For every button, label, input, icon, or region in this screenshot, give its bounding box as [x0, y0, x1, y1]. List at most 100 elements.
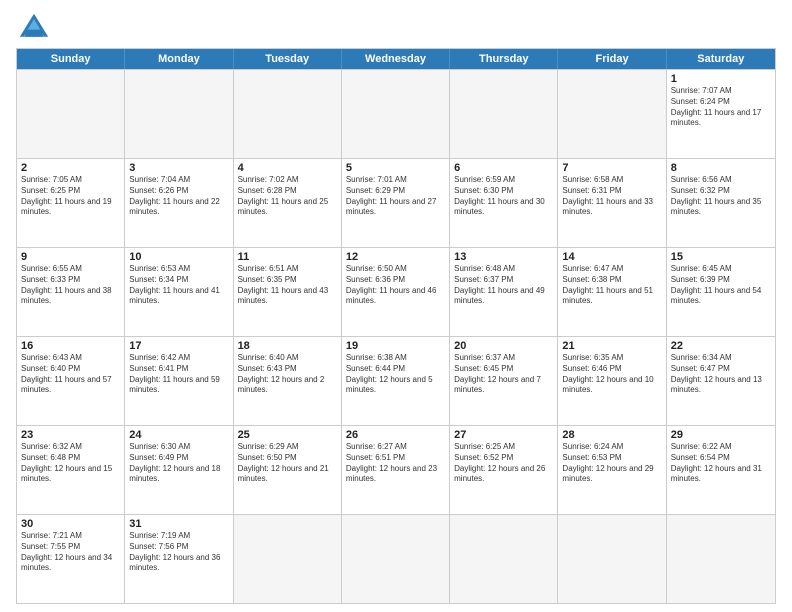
day-number: 29	[671, 429, 771, 441]
calendar-cell: 14Sunrise: 6:47 AM Sunset: 6:38 PM Dayli…	[558, 248, 666, 336]
day-info: Sunrise: 6:58 AM Sunset: 6:31 PM Dayligh…	[562, 175, 661, 218]
calendar-cell	[558, 515, 666, 603]
day-number: 24	[129, 429, 228, 441]
calendar: SundayMondayTuesdayWednesdayThursdayFrid…	[16, 48, 776, 604]
day-info: Sunrise: 6:35 AM Sunset: 6:46 PM Dayligh…	[562, 353, 661, 396]
calendar-body: 1Sunrise: 7:07 AM Sunset: 6:24 PM Daylig…	[17, 69, 775, 603]
calendar-row-1: 2Sunrise: 7:05 AM Sunset: 6:25 PM Daylig…	[17, 158, 775, 247]
day-number: 10	[129, 251, 228, 263]
day-info: Sunrise: 7:07 AM Sunset: 6:24 PM Dayligh…	[671, 86, 771, 129]
calendar-cell: 13Sunrise: 6:48 AM Sunset: 6:37 PM Dayli…	[450, 248, 558, 336]
header-day-friday: Friday	[558, 49, 666, 69]
day-info: Sunrise: 6:55 AM Sunset: 6:33 PM Dayligh…	[21, 264, 120, 307]
day-number: 11	[238, 251, 337, 263]
day-number: 19	[346, 340, 445, 352]
day-number: 1	[671, 73, 771, 85]
calendar-cell: 17Sunrise: 6:42 AM Sunset: 6:41 PM Dayli…	[125, 337, 233, 425]
calendar-cell: 2Sunrise: 7:05 AM Sunset: 6:25 PM Daylig…	[17, 159, 125, 247]
day-number: 31	[129, 518, 228, 530]
header-day-wednesday: Wednesday	[342, 49, 450, 69]
day-info: Sunrise: 6:34 AM Sunset: 6:47 PM Dayligh…	[671, 353, 771, 396]
day-info: Sunrise: 6:51 AM Sunset: 6:35 PM Dayligh…	[238, 264, 337, 307]
day-info: Sunrise: 6:22 AM Sunset: 6:54 PM Dayligh…	[671, 442, 771, 485]
day-number: 8	[671, 162, 771, 174]
calendar-row-0: 1Sunrise: 7:07 AM Sunset: 6:24 PM Daylig…	[17, 69, 775, 158]
calendar-row-5: 30Sunrise: 7:21 AM Sunset: 7:55 PM Dayli…	[17, 514, 775, 603]
calendar-cell: 21Sunrise: 6:35 AM Sunset: 6:46 PM Dayli…	[558, 337, 666, 425]
day-number: 7	[562, 162, 661, 174]
calendar-cell: 23Sunrise: 6:32 AM Sunset: 6:48 PM Dayli…	[17, 426, 125, 514]
calendar-cell	[667, 515, 775, 603]
day-number: 3	[129, 162, 228, 174]
calendar-cell: 27Sunrise: 6:25 AM Sunset: 6:52 PM Dayli…	[450, 426, 558, 514]
calendar-cell	[234, 515, 342, 603]
day-info: Sunrise: 6:53 AM Sunset: 6:34 PM Dayligh…	[129, 264, 228, 307]
calendar-cell	[450, 515, 558, 603]
day-number: 17	[129, 340, 228, 352]
day-info: Sunrise: 6:45 AM Sunset: 6:39 PM Dayligh…	[671, 264, 771, 307]
header-day-tuesday: Tuesday	[234, 49, 342, 69]
day-number: 15	[671, 251, 771, 263]
day-info: Sunrise: 6:42 AM Sunset: 6:41 PM Dayligh…	[129, 353, 228, 396]
day-number: 5	[346, 162, 445, 174]
calendar-cell: 1Sunrise: 7:07 AM Sunset: 6:24 PM Daylig…	[667, 70, 775, 158]
day-number: 13	[454, 251, 553, 263]
calendar-cell: 20Sunrise: 6:37 AM Sunset: 6:45 PM Dayli…	[450, 337, 558, 425]
day-number: 14	[562, 251, 661, 263]
calendar-cell	[558, 70, 666, 158]
day-info: Sunrise: 7:01 AM Sunset: 6:29 PM Dayligh…	[346, 175, 445, 218]
calendar-cell: 7Sunrise: 6:58 AM Sunset: 6:31 PM Daylig…	[558, 159, 666, 247]
day-number: 16	[21, 340, 120, 352]
calendar-cell: 19Sunrise: 6:38 AM Sunset: 6:44 PM Dayli…	[342, 337, 450, 425]
calendar-row-3: 16Sunrise: 6:43 AM Sunset: 6:40 PM Dayli…	[17, 336, 775, 425]
day-number: 27	[454, 429, 553, 441]
day-info: Sunrise: 6:43 AM Sunset: 6:40 PM Dayligh…	[21, 353, 120, 396]
day-info: Sunrise: 6:48 AM Sunset: 6:37 PM Dayligh…	[454, 264, 553, 307]
calendar-cell: 28Sunrise: 6:24 AM Sunset: 6:53 PM Dayli…	[558, 426, 666, 514]
day-info: Sunrise: 6:27 AM Sunset: 6:51 PM Dayligh…	[346, 442, 445, 485]
day-number: 6	[454, 162, 553, 174]
calendar-cell	[342, 515, 450, 603]
day-number: 20	[454, 340, 553, 352]
day-info: Sunrise: 6:56 AM Sunset: 6:32 PM Dayligh…	[671, 175, 771, 218]
day-info: Sunrise: 7:21 AM Sunset: 7:55 PM Dayligh…	[21, 531, 120, 574]
calendar-row-2: 9Sunrise: 6:55 AM Sunset: 6:33 PM Daylig…	[17, 247, 775, 336]
day-info: Sunrise: 6:32 AM Sunset: 6:48 PM Dayligh…	[21, 442, 120, 485]
calendar-cell	[342, 70, 450, 158]
day-number: 26	[346, 429, 445, 441]
day-info: Sunrise: 6:25 AM Sunset: 6:52 PM Dayligh…	[454, 442, 553, 485]
header	[16, 12, 776, 42]
calendar-cell	[125, 70, 233, 158]
calendar-cell	[450, 70, 558, 158]
day-number: 12	[346, 251, 445, 263]
calendar-cell: 4Sunrise: 7:02 AM Sunset: 6:28 PM Daylig…	[234, 159, 342, 247]
calendar-cell: 22Sunrise: 6:34 AM Sunset: 6:47 PM Dayli…	[667, 337, 775, 425]
day-info: Sunrise: 6:37 AM Sunset: 6:45 PM Dayligh…	[454, 353, 553, 396]
day-info: Sunrise: 6:47 AM Sunset: 6:38 PM Dayligh…	[562, 264, 661, 307]
calendar-cell: 16Sunrise: 6:43 AM Sunset: 6:40 PM Dayli…	[17, 337, 125, 425]
day-info: Sunrise: 6:40 AM Sunset: 6:43 PM Dayligh…	[238, 353, 337, 396]
calendar-cell: 9Sunrise: 6:55 AM Sunset: 6:33 PM Daylig…	[17, 248, 125, 336]
calendar-cell: 3Sunrise: 7:04 AM Sunset: 6:26 PM Daylig…	[125, 159, 233, 247]
day-info: Sunrise: 6:24 AM Sunset: 6:53 PM Dayligh…	[562, 442, 661, 485]
calendar-cell: 25Sunrise: 6:29 AM Sunset: 6:50 PM Dayli…	[234, 426, 342, 514]
header-day-saturday: Saturday	[667, 49, 775, 69]
calendar-cell: 8Sunrise: 6:56 AM Sunset: 6:32 PM Daylig…	[667, 159, 775, 247]
day-number: 23	[21, 429, 120, 441]
calendar-cell: 6Sunrise: 6:59 AM Sunset: 6:30 PM Daylig…	[450, 159, 558, 247]
calendar-cell: 31Sunrise: 7:19 AM Sunset: 7:56 PM Dayli…	[125, 515, 233, 603]
calendar-cell: 30Sunrise: 7:21 AM Sunset: 7:55 PM Dayli…	[17, 515, 125, 603]
day-info: Sunrise: 7:02 AM Sunset: 6:28 PM Dayligh…	[238, 175, 337, 218]
day-info: Sunrise: 6:59 AM Sunset: 6:30 PM Dayligh…	[454, 175, 553, 218]
logo	[16, 12, 56, 42]
calendar-cell: 29Sunrise: 6:22 AM Sunset: 6:54 PM Dayli…	[667, 426, 775, 514]
day-info: Sunrise: 6:38 AM Sunset: 6:44 PM Dayligh…	[346, 353, 445, 396]
day-number: 18	[238, 340, 337, 352]
day-info: Sunrise: 7:19 AM Sunset: 7:56 PM Dayligh…	[129, 531, 228, 574]
header-day-monday: Monday	[125, 49, 233, 69]
day-number: 25	[238, 429, 337, 441]
day-info: Sunrise: 6:30 AM Sunset: 6:49 PM Dayligh…	[129, 442, 228, 485]
calendar-cell: 12Sunrise: 6:50 AM Sunset: 6:36 PM Dayli…	[342, 248, 450, 336]
calendar-cell: 18Sunrise: 6:40 AM Sunset: 6:43 PM Dayli…	[234, 337, 342, 425]
day-info: Sunrise: 7:05 AM Sunset: 6:25 PM Dayligh…	[21, 175, 120, 218]
